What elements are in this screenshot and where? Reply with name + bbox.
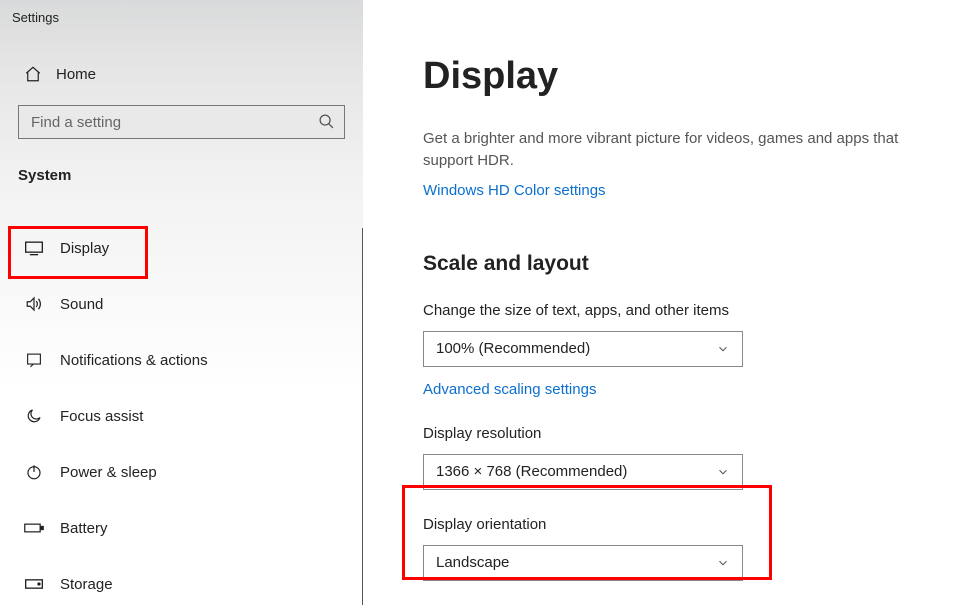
home-label: Home — [56, 66, 96, 83]
battery-icon — [24, 518, 44, 538]
monitor-icon — [24, 238, 44, 258]
notification-icon — [24, 350, 44, 370]
sidebar-item-display[interactable]: Display — [0, 220, 363, 276]
sidebar-item-notifications[interactable]: Notifications & actions — [0, 332, 363, 388]
advanced-scaling-link[interactable]: Advanced scaling settings — [423, 381, 596, 398]
nav-label: Battery — [60, 520, 108, 537]
chevron-down-icon — [716, 556, 730, 570]
resolution-label: Display resolution — [423, 425, 935, 442]
orientation-value: Landscape — [436, 554, 509, 571]
power-icon — [24, 462, 44, 482]
sidebar-item-focus-assist[interactable]: Focus assist — [0, 388, 363, 444]
app-title: Settings — [0, 4, 363, 25]
nav-label: Sound — [60, 296, 103, 313]
search-icon — [318, 113, 335, 130]
chevron-down-icon — [716, 342, 730, 356]
orientation-select[interactable]: Landscape — [423, 545, 743, 581]
scale-heading: Scale and layout — [423, 252, 935, 276]
scale-label: Change the size of text, apps, and other… — [423, 302, 935, 319]
home-button[interactable]: Home — [0, 25, 363, 81]
nav-label: Power & sleep — [60, 464, 157, 481]
nav-label: Display — [60, 240, 109, 257]
scale-select[interactable]: 100% (Recommended) — [423, 331, 743, 367]
scale-value: 100% (Recommended) — [436, 340, 590, 357]
resolution-select[interactable]: 1366 × 768 (Recommended) — [423, 454, 743, 490]
orientation-label: Display orientation — [423, 516, 935, 533]
chevron-down-icon — [716, 465, 730, 479]
nav-label: Focus assist — [60, 408, 143, 425]
page-title: Display — [423, 55, 935, 98]
nav-label: Notifications & actions — [60, 352, 208, 369]
search-field[interactable] — [18, 105, 345, 139]
section-label: System — [0, 139, 363, 184]
sidebar-item-power-sleep[interactable]: Power & sleep — [0, 444, 363, 500]
hdr-link[interactable]: Windows HD Color settings — [423, 182, 606, 199]
sidebar-item-sound[interactable]: Sound — [0, 276, 363, 332]
nav-label: Storage — [60, 576, 113, 593]
resolution-value: 1366 × 768 (Recommended) — [436, 463, 627, 480]
main-panel: Display Get a brighter and more vibrant … — [363, 0, 975, 605]
hdr-description: Get a brighter and more vibrant picture … — [423, 128, 935, 172]
nav-list: Display Sound Notifications & actions Fo… — [0, 220, 363, 605]
search-input[interactable] — [18, 105, 345, 139]
moon-icon — [24, 406, 44, 426]
home-icon — [24, 65, 42, 83]
storage-icon — [24, 574, 44, 594]
sidebar-item-battery[interactable]: Battery — [0, 500, 363, 556]
sidebar: Settings Home System Display — [0, 0, 363, 605]
sidebar-item-storage[interactable]: Storage — [0, 556, 363, 605]
sound-icon — [24, 294, 44, 314]
